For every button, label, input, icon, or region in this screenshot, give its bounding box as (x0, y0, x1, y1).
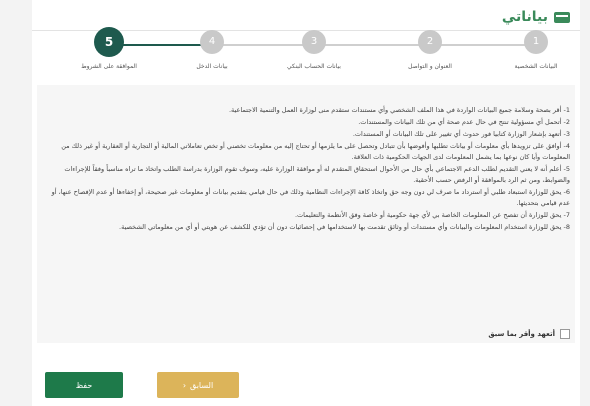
step-1-label: البيانات الشخصية (514, 63, 558, 70)
term-4: 4- أوافق على تزويدها بأي معلومات أو بيان… (61, 142, 570, 161)
term-2: 2- أتحمل أي مسؤولية تنتج في حال عدم صحة … (358, 118, 570, 126)
chevron-right-icon: › (182, 380, 187, 390)
progress-stepper: 5 الموافقة على الشروط 4 بيانات الدخل 3 ب… (32, 27, 580, 85)
agree-checkbox-row[interactable]: أتعهد وأقر بما سبق (488, 329, 570, 339)
previous-label: السابق (190, 380, 214, 390)
step-3-label: بيانات الحساب البنكي (287, 63, 341, 70)
agree-label: أتعهد وأقر بما سبق (488, 330, 555, 338)
term-8: 8- يحق للوزارة استخدام المعلومات والبيان… (119, 223, 570, 231)
terms-list: 1- أقر بصحة وسلامة جميع البيانات الواردة… (42, 105, 570, 233)
page-header: بياناتي (502, 6, 570, 28)
step-5-label: الموافقة على الشروط (81, 63, 137, 70)
term-5: 5- أعلم أنه لا يعني التقديم لطلب الدعم ا… (64, 165, 570, 184)
stepper-track-active (109, 44, 212, 46)
previous-button[interactable]: › السابق (157, 372, 239, 398)
step-2-label: العنوان و التواصل (408, 63, 452, 70)
action-buttons: حفظ › السابق (37, 372, 575, 398)
page-title: بياناتي (501, 9, 548, 25)
term-1: 1- أقر بصحة وسلامة جميع البيانات الواردة… (228, 106, 570, 114)
step-1[interactable]: 1 (524, 30, 548, 54)
step-4-label: بيانات الدخل (196, 63, 228, 70)
step-5[interactable]: 5 (94, 27, 124, 57)
term-6: 6- يحق للوزارة استبعاد طلبي أو استرداد م… (51, 188, 570, 207)
id-card-icon (554, 11, 570, 23)
step-4[interactable]: 4 (200, 30, 224, 54)
step-3[interactable]: 3 (302, 30, 326, 54)
term-7: 7- يحق للوزارة أن تفصح عن المعلومات الخا… (294, 211, 570, 219)
save-button[interactable]: حفظ (45, 372, 123, 398)
save-label: حفظ (75, 380, 93, 390)
step-2[interactable]: 2 (418, 30, 442, 54)
agree-checkbox[interactable] (560, 329, 570, 339)
term-3: 3- أتعهد بإشعار الوزارة كتابيا فور حدوث … (352, 130, 570, 138)
main-card: بياناتي 5 الموافقة على الشروط 4 بيانات ا… (32, 0, 580, 406)
terms-panel: 1- أقر بصحة وسلامة جميع البيانات الواردة… (37, 85, 575, 343)
